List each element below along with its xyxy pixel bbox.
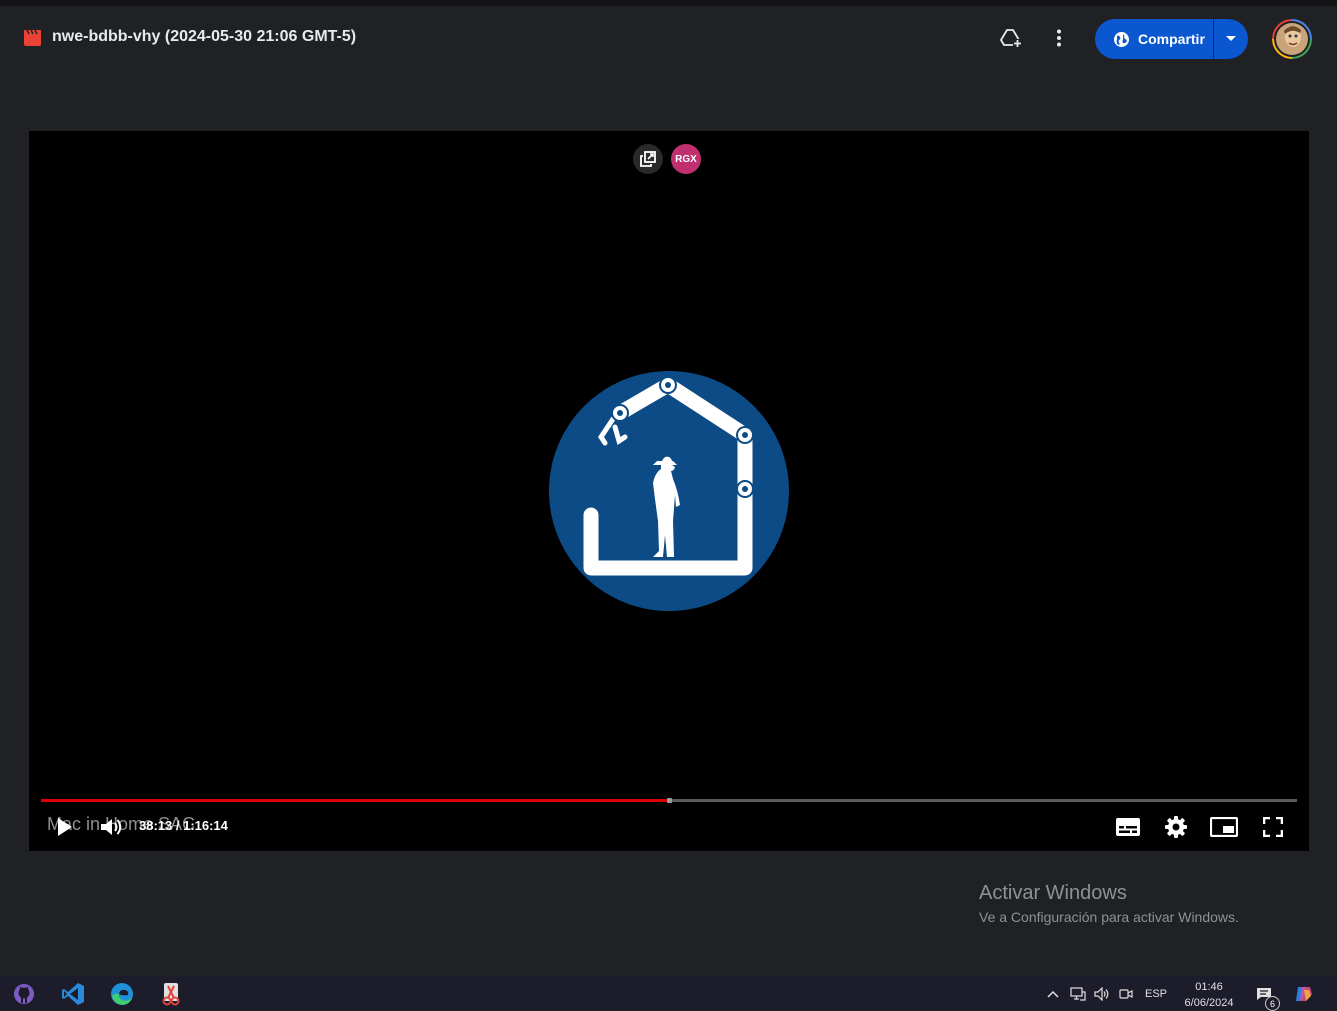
company-logo bbox=[549, 371, 789, 611]
add-to-drive-button[interactable] bbox=[993, 20, 1029, 56]
more-options-button[interactable] bbox=[1041, 20, 1077, 56]
clock-time: 01:46 bbox=[1195, 981, 1223, 993]
caret-down-icon bbox=[1226, 36, 1236, 41]
copilot-icon[interactable] bbox=[1292, 982, 1316, 1006]
progress-bar-fill bbox=[41, 799, 669, 802]
add-to-drive-icon bbox=[1000, 29, 1022, 48]
avatar[interactable] bbox=[1272, 19, 1312, 59]
snipping-tool-icon[interactable] bbox=[156, 979, 186, 1009]
language-indicator[interactable]: ESP bbox=[1142, 982, 1170, 1006]
gear-icon bbox=[1165, 816, 1187, 838]
speaker-icon[interactable] bbox=[1092, 982, 1112, 1006]
settings-button[interactable] bbox=[1160, 811, 1192, 843]
subtitles-icon bbox=[1116, 818, 1140, 836]
volume-button[interactable] bbox=[95, 811, 127, 843]
taskbar-clock[interactable]: 01:46 6/06/2024 bbox=[1176, 979, 1242, 1011]
time-display: 38:13 / 1:16:14 bbox=[139, 818, 228, 833]
progress-bar[interactable] bbox=[41, 798, 1297, 803]
vscode-icon[interactable] bbox=[58, 979, 88, 1009]
activation-subtitle: Ve a Configuración para activar Windows. bbox=[979, 909, 1239, 925]
github-desktop-icon[interactable] bbox=[9, 979, 39, 1009]
share-dropdown-button[interactable] bbox=[1214, 19, 1248, 59]
play-icon bbox=[58, 818, 72, 836]
network-icon[interactable] bbox=[1068, 982, 1088, 1006]
fullscreen-button[interactable] bbox=[1257, 811, 1289, 843]
miniplayer-icon bbox=[1210, 817, 1238, 837]
edge-icon[interactable] bbox=[107, 979, 137, 1009]
rgx-extension-badge[interactable]: RGX bbox=[671, 144, 701, 174]
globe-icon bbox=[1114, 31, 1129, 47]
header-bar: nwe-bdbb-vhy (2024-05-30 21:06 GMT-5) Co… bbox=[0, 6, 1337, 70]
popout-button[interactable] bbox=[633, 144, 663, 174]
popout-icon bbox=[640, 151, 656, 167]
share-button[interactable]: Compartir bbox=[1095, 19, 1213, 59]
more-vert-icon bbox=[1057, 29, 1061, 47]
chevron-up-icon bbox=[1047, 990, 1059, 998]
activation-title: Activar Windows bbox=[979, 882, 1127, 904]
taskbar: ESP 01:46 6/06/2024 6 bbox=[0, 976, 1337, 1011]
meet-now-icon[interactable] bbox=[1116, 982, 1136, 1006]
share-label: Compartir bbox=[1138, 31, 1205, 47]
volume-icon bbox=[101, 819, 122, 835]
subtitles-button[interactable] bbox=[1112, 811, 1144, 843]
video-player[interactable]: RGX Mac in Home SAC 38:13 / 1:16:14 bbox=[29, 131, 1309, 851]
video-file-icon bbox=[24, 29, 41, 46]
share-button-group: Compartir bbox=[1095, 19, 1248, 59]
fullscreen-icon bbox=[1263, 817, 1283, 837]
windows-activation-watermark: Activar Windows Ve a Configuración para … bbox=[979, 882, 1239, 925]
miniplayer-button[interactable] bbox=[1208, 811, 1240, 843]
file-title: nwe-bdbb-vhy (2024-05-30 21:06 GMT-5) bbox=[52, 28, 357, 45]
show-hidden-icons-button[interactable] bbox=[1044, 982, 1062, 1006]
progress-scrubber[interactable] bbox=[667, 798, 672, 803]
play-button[interactable] bbox=[49, 811, 81, 843]
